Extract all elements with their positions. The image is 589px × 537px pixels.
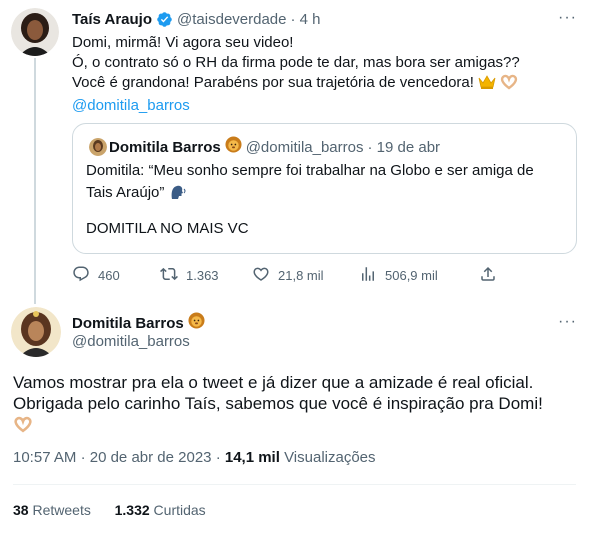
share-icon — [479, 265, 497, 286]
speaking-head-emoji-icon — [169, 184, 187, 207]
main-tweet-line: Obrigada pelo carinho Taís, sabemos que … — [13, 394, 543, 413]
reply-button[interactable]: 460 — [72, 265, 120, 286]
tweet-views-label: Visualizações — [284, 449, 376, 466]
likes-stat-label: Curtidas — [153, 502, 206, 518]
quote-author-avatar — [89, 138, 107, 156]
retweet-count: 1.363 — [186, 268, 219, 283]
tweet-metadata: 10:57 AM · 20 de abr de 2023 · 14,1 mil … — [13, 449, 376, 466]
quote-text: Domitila: “Meu sonho sempre foi trabalha… — [86, 160, 534, 207]
tais-tweet-time[interactable]: · 4 h — [291, 11, 321, 28]
meta-separator: · — [215, 449, 221, 466]
quote-author-handle: @domitila_barros — [245, 138, 364, 156]
retweets-stat-label: Retweets — [32, 502, 91, 518]
reply-count: 460 — [98, 268, 120, 283]
mention-link[interactable]: @domitila_barros — [72, 96, 572, 116]
lion-emoji-icon — [188, 312, 205, 334]
quote-date: · 19 de abr — [367, 138, 441, 156]
tais-avatar[interactable] — [11, 8, 59, 56]
more-icon[interactable]: ··· — [558, 313, 577, 331]
thread-connector-line — [34, 58, 36, 304]
quote-line-text: Tais Araújo” — [86, 184, 165, 201]
tais-tweet-line-with-emoji: Você é grandona! Parabéns por sua trajet… — [72, 73, 572, 96]
tweet-time[interactable]: 10:57 AM — [13, 449, 76, 466]
quote-header: Domitila Barros @domitila_barros · 19 de… — [109, 136, 440, 158]
retweets-stat-count: 38 — [13, 502, 29, 518]
crown-emoji-icon — [478, 74, 496, 96]
retweet-icon — [160, 265, 178, 286]
more-icon[interactable]: ··· — [558, 9, 577, 27]
tweet-views-count: 14,1 mil — [224, 449, 280, 466]
domitila-handle[interactable]: @domitila_barros — [72, 333, 190, 350]
heart-hands-emoji-icon — [13, 416, 33, 438]
quote-line: Domitila: “Meu sonho sempre foi trabalha… — [86, 162, 534, 179]
quote-line-with-emoji: Tais Araújo” — [86, 182, 534, 207]
views-button[interactable]: 506,9 mil — [359, 265, 438, 286]
main-tweet-line: Vamos mostrar pra ela o tweet e já dizer… — [13, 373, 534, 392]
tais-tweet-line: Ó, o contrato só o RH da firma pode te d… — [72, 54, 520, 71]
heart-hands-emoji-icon — [500, 74, 518, 96]
tais-tweet-line-text: Você é grandona! Parabéns por sua trajet… — [72, 74, 474, 91]
domitila-avatar[interactable] — [11, 307, 61, 357]
like-icon — [252, 265, 270, 286]
like-button[interactable]: 21,8 mil — [252, 265, 324, 286]
tais-tweet-line: Domi, mirmã! Vi agora seu video! — [72, 34, 294, 51]
engagement-stats: 38 Retweets 1.332 Curtidas — [13, 502, 206, 518]
share-button[interactable] — [479, 265, 497, 286]
main-tweet-text: Vamos mostrar pra ela o tweet e já dizer… — [13, 372, 543, 438]
meta-separator: · — [80, 449, 86, 466]
retweet-button[interactable]: 1.363 — [160, 265, 219, 286]
views-icon — [359, 265, 377, 286]
verified-badge-icon — [156, 11, 173, 28]
likes-stat[interactable]: 1.332 Curtidas — [115, 502, 206, 518]
domitila-tweet-header: Domitila Barros — [72, 312, 205, 334]
views-count: 506,9 mil — [385, 268, 438, 283]
tais-tweet-header: Taís Araujo @taisdeverdade · 4 h — [72, 9, 321, 29]
main-tweet-emoji-line — [13, 414, 543, 438]
lion-emoji-icon — [225, 136, 242, 158]
quote-tweet-card[interactable]: Domitila Barros @domitila_barros · 19 de… — [72, 123, 577, 254]
quote-author-name: Domitila Barros — [109, 138, 221, 156]
tais-tweet-text: Domi, mirmã! Vi agora seu video! Ó, o co… — [72, 33, 572, 116]
retweets-stat[interactable]: 38 Retweets — [13, 502, 91, 518]
domitila-display-name[interactable]: Domitila Barros — [72, 315, 184, 332]
quote-footer-text: DOMITILA NO MAIS VC — [86, 220, 249, 237]
like-count: 21,8 mil — [278, 268, 324, 283]
tweet-action-bar: 460 1.363 21,8 mil 506,9 mil — [72, 265, 512, 287]
tweet-date[interactable]: 20 de abr de 2023 — [90, 449, 212, 466]
likes-stat-count: 1.332 — [114, 502, 150, 518]
reply-icon — [72, 265, 90, 286]
tais-display-name[interactable]: Taís Araujo — [72, 11, 152, 28]
tais-handle[interactable]: @taisdeverdade — [177, 11, 286, 28]
divider — [13, 484, 576, 485]
